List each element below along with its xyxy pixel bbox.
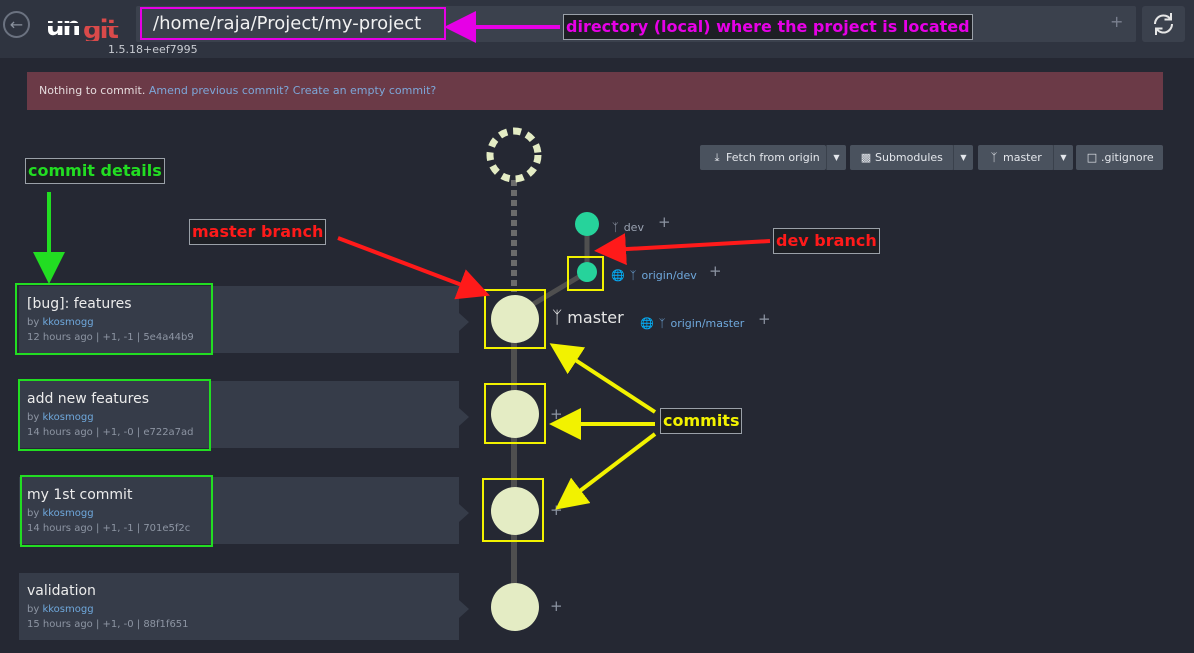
commits-arrow <box>549 343 657 414</box>
annotation-arrows <box>33 11 771 510</box>
master-branch-arrow <box>337 236 490 300</box>
commits-annotation: commits <box>660 408 743 434</box>
directory-annotation: directory (local) where the project is l… <box>563 14 973 40</box>
commit-details-annotation: commit details <box>25 158 165 184</box>
dev-branch-arrow <box>594 233 771 266</box>
master-branch-annotation: master branch <box>189 219 327 245</box>
commits-arrow <box>555 432 657 510</box>
dev-branch-annotation: dev branch <box>773 228 880 254</box>
